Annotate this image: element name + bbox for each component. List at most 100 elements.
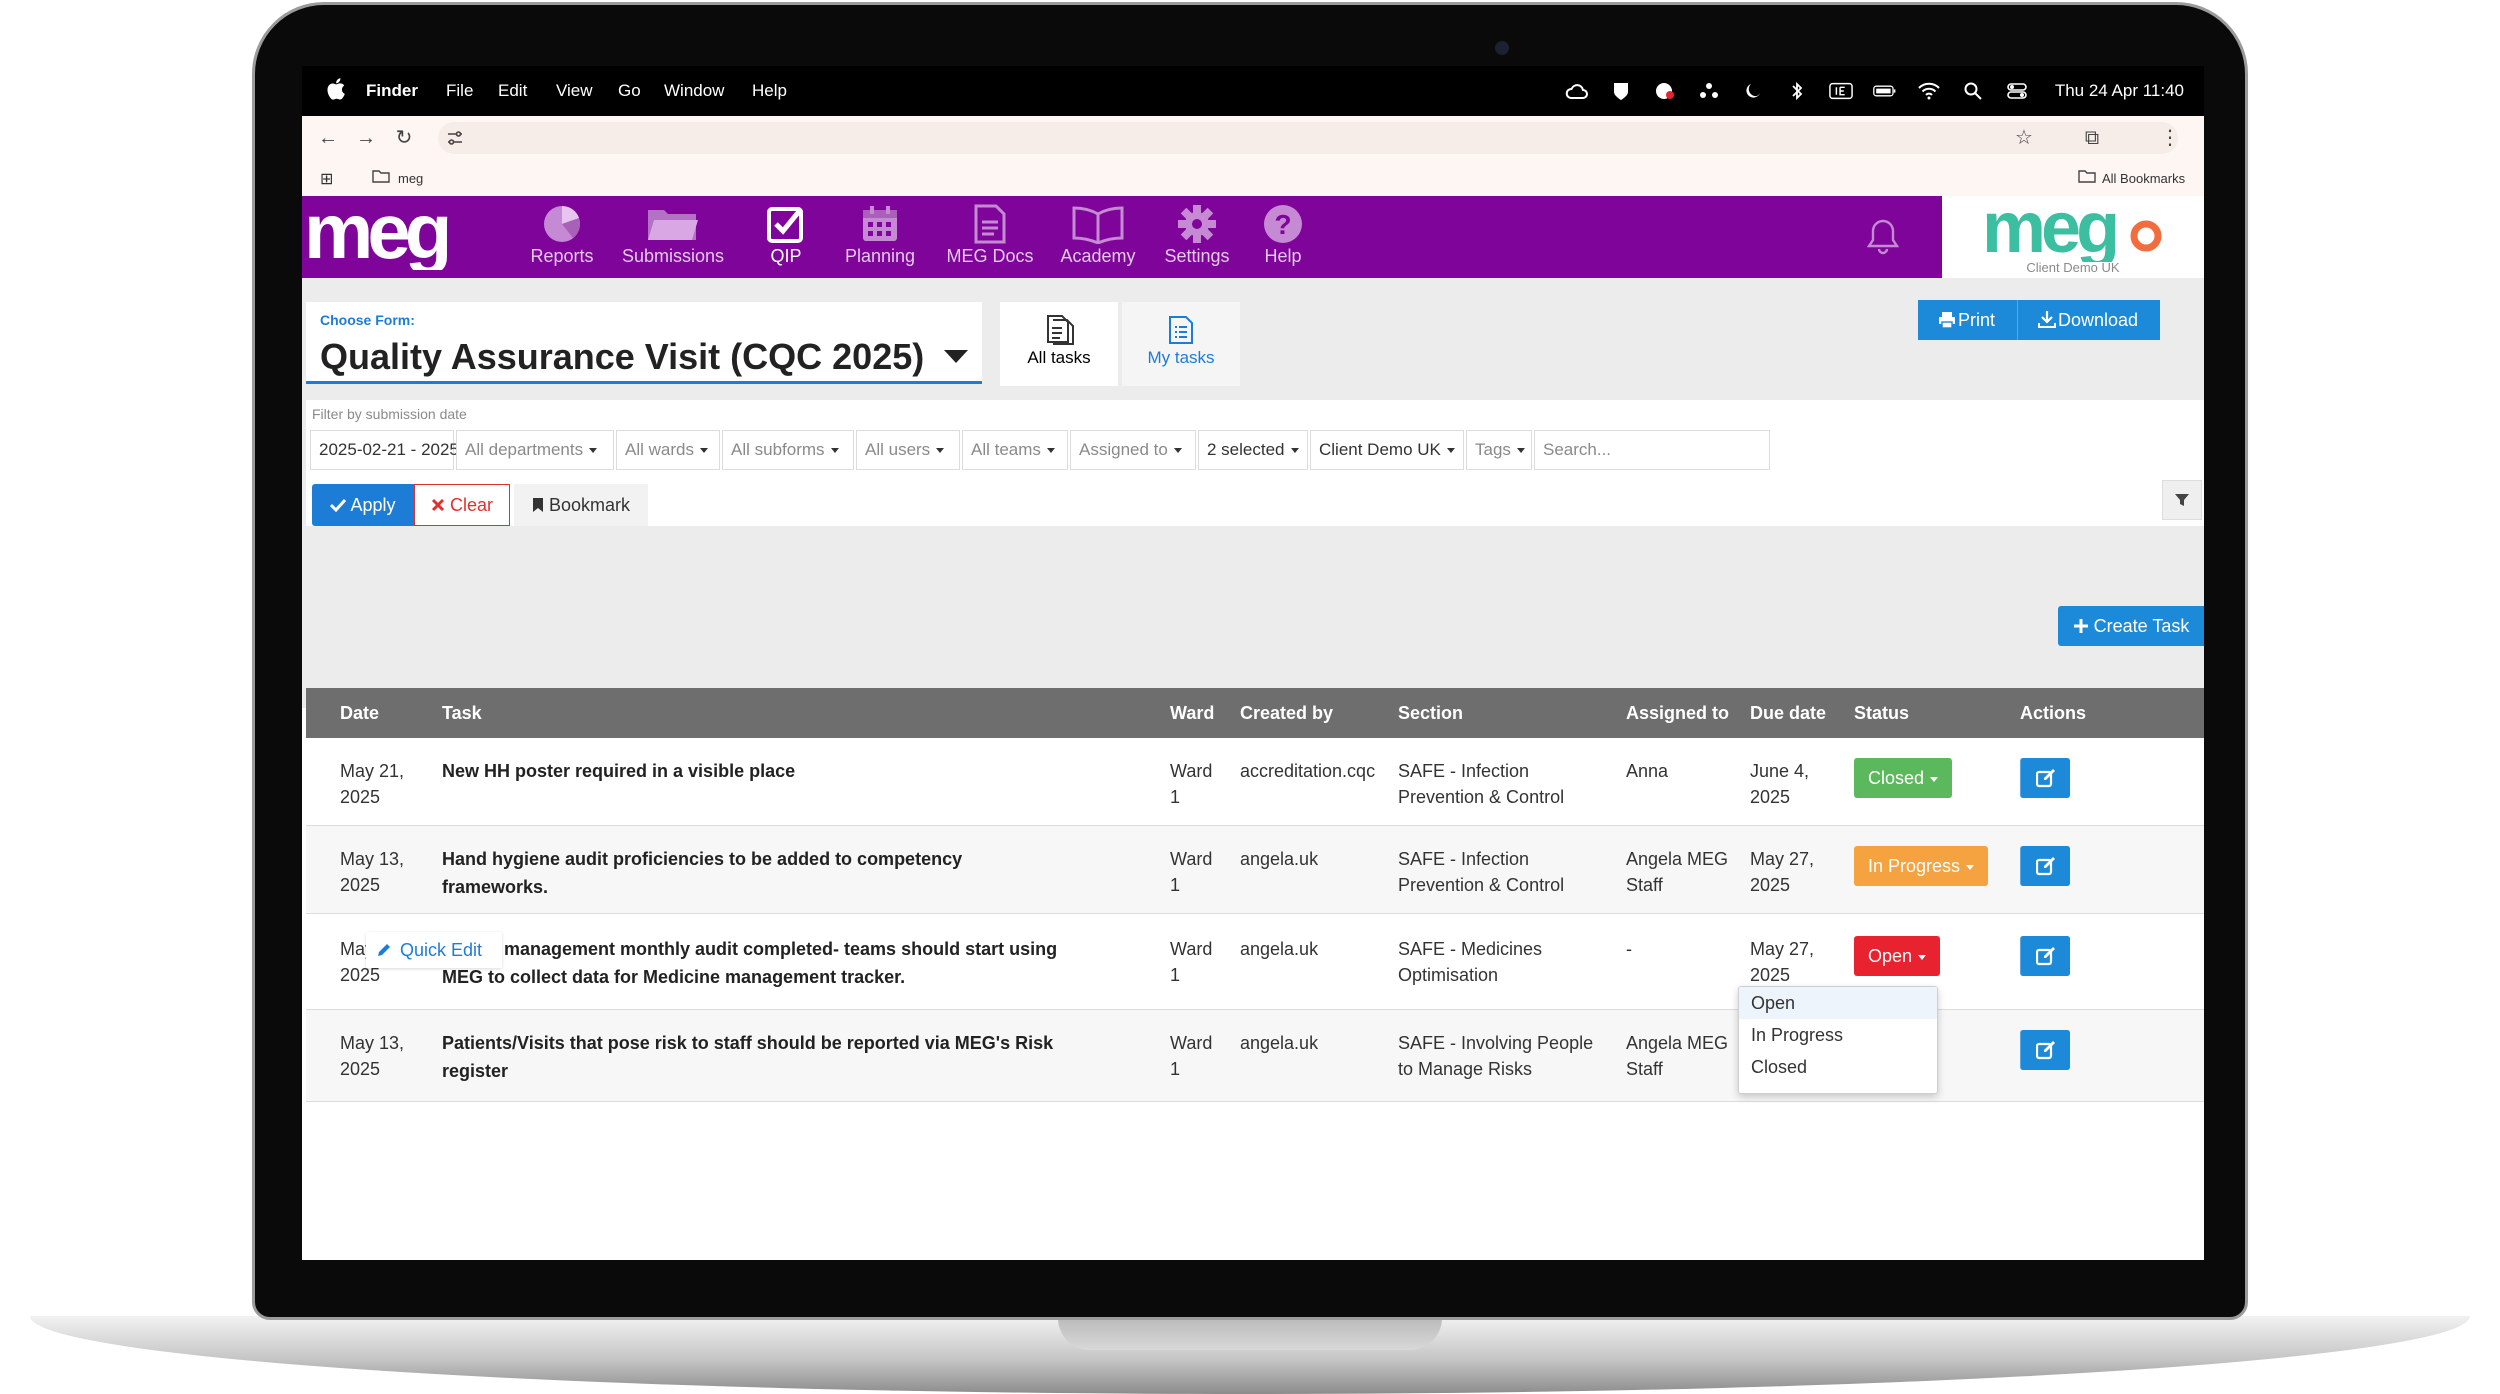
quick-edit-button[interactable]: Quick Edit	[366, 932, 502, 968]
nav-meg-docs[interactable]: MEG Docs	[938, 202, 1042, 278]
caret-down-icon	[936, 448, 945, 454]
menu-clock[interactable]: Thu 24 Apr 11:40	[2055, 81, 2184, 101]
menu-edit[interactable]: Edit	[498, 81, 527, 101]
filter-tags[interactable]: Tags	[1466, 430, 1532, 470]
print-button[interactable]: Print	[1918, 300, 2018, 340]
menu-go[interactable]: Go	[618, 81, 641, 101]
spotlight-search-icon[interactable]	[1961, 81, 1985, 101]
col-due-date[interactable]: Due date	[1750, 703, 1826, 724]
address-bar[interactable]	[438, 122, 2178, 154]
client-logo[interactable]: meg Client Demo UK	[1942, 188, 2204, 278]
row-task[interactable]: Patients/Visits that pose risk to staff …	[442, 1030, 1053, 1056]
col-created-by[interactable]: Created by	[1240, 703, 1333, 724]
site-settings-icon[interactable]	[446, 130, 464, 146]
nav-planning[interactable]: Planning	[832, 202, 928, 278]
status-dropdown[interactable]: Closed	[1854, 758, 1953, 798]
create-task-button[interactable]: Create Task	[2058, 606, 2204, 646]
shield-s-icon[interactable]	[1609, 81, 1633, 101]
back-arrow-icon[interactable]: ←	[316, 126, 340, 150]
apple-icon[interactable]	[326, 78, 346, 100]
meg-logo[interactable]: meg	[302, 200, 498, 270]
filter-departments[interactable]: All departments	[456, 430, 614, 470]
menu-view[interactable]: View	[556, 81, 593, 101]
calendar-icon	[852, 202, 908, 246]
row-task-2[interactable]: frameworks.	[442, 874, 548, 900]
edit-button[interactable]	[2020, 758, 2070, 798]
col-section[interactable]: Section	[1398, 703, 1463, 724]
bell-icon[interactable]	[1866, 218, 1900, 256]
menu-help[interactable]: Help	[752, 81, 787, 101]
nav-help[interactable]: ? Help	[1248, 202, 1318, 278]
menu-file[interactable]: File	[446, 81, 473, 101]
status-option-closed[interactable]: Closed	[1739, 1051, 1937, 1083]
filter-users[interactable]: All users	[856, 430, 960, 470]
download-button[interactable]: Download	[2017, 300, 2161, 340]
col-assigned-to[interactable]: Assigned to	[1626, 703, 1729, 724]
extensions-icon[interactable]: ⧉	[2080, 126, 2104, 150]
star-bookmark-icon[interactable]: ☆	[2012, 126, 2036, 150]
date-range-input[interactable]: 2025-02-21 - 2025-05-21	[310, 430, 508, 470]
filter-subforms[interactable]: All subforms	[722, 430, 854, 470]
filter-wards[interactable]: All wards	[616, 430, 720, 470]
apps-grid-icon[interactable]: ⊞	[320, 169, 333, 189]
table-row[interactable]: May 13, 2025 Hand hygiene audit proficie…	[306, 826, 2204, 914]
col-actions: Actions	[2020, 703, 2087, 723]
dots-cluster-icon[interactable]	[1697, 81, 1721, 101]
nav-academy[interactable]: Academy	[1050, 202, 1146, 278]
bookmark-button[interactable]: Bookmark	[514, 484, 648, 526]
row-task-2[interactable]: MEG to collect data for Medicine managem…	[442, 964, 905, 990]
col-ward[interactable]: Ward	[1170, 703, 1214, 724]
form-select[interactable]: Choose Form: Quality Assurance Visit (CQ…	[306, 302, 982, 384]
search-input[interactable]: Search...	[1534, 430, 1770, 470]
edit-icon	[2035, 769, 2055, 788]
clear-button[interactable]: Clear	[414, 484, 510, 526]
forward-arrow-icon[interactable]: →	[354, 126, 378, 150]
filter-teams[interactable]: All teams	[962, 430, 1068, 470]
row-task[interactable]: New HH poster required in a visible plac…	[442, 758, 795, 784]
edit-button[interactable]	[2020, 936, 2070, 976]
tab-my-tasks[interactable]: My tasks	[1122, 302, 1240, 386]
caret-down-icon	[1930, 776, 1939, 782]
menu-finder[interactable]: Finder	[366, 81, 418, 101]
nav-submissions-label: Submissions	[621, 246, 725, 266]
filter-client[interactable]: Client Demo UK	[1310, 430, 1464, 470]
edit-button[interactable]	[2020, 846, 2070, 886]
all-bookmarks[interactable]: All Bookmarks	[2102, 171, 2185, 186]
table-row[interactable]: May 21, 2025 New HH poster required in a…	[306, 738, 2204, 826]
col-task[interactable]: Task	[442, 703, 482, 724]
wifi-icon[interactable]	[1917, 81, 1941, 101]
filter-selected[interactable]: 2 selected	[1198, 430, 1308, 470]
nav-qip[interactable]: QIP	[746, 202, 826, 278]
download-icon	[2038, 311, 2057, 328]
tab-all-tasks[interactable]: All tasks	[1000, 302, 1118, 386]
folder-icon	[372, 169, 390, 186]
row-task[interactable]: Hand hygiene audit proficiencies to be a…	[442, 846, 962, 872]
apply-button[interactable]: Apply	[312, 484, 414, 526]
bluetooth-icon[interactable]	[1785, 81, 1809, 101]
nav-reports[interactable]: Reports	[512, 202, 612, 278]
moon-icon[interactable]	[1741, 81, 1765, 101]
cloud-sync-icon[interactable]	[1565, 81, 1589, 101]
col-status[interactable]: Status	[1854, 703, 1909, 724]
bookmark-meg[interactable]: meg	[398, 171, 423, 186]
battery-icon[interactable]	[1872, 81, 1897, 101]
more-vertical-icon[interactable]: ⋮	[2158, 126, 2182, 150]
nav-settings[interactable]: Settings	[1154, 202, 1240, 278]
app-badge-icon[interactable]	[1653, 81, 1677, 101]
row-task-2[interactable]: register	[442, 1058, 508, 1084]
status-option-in-progress[interactable]: In Progress	[1739, 1019, 1937, 1051]
filter-toggle-button[interactable]	[2162, 480, 2202, 520]
control-center-icon[interactable]	[2005, 81, 2029, 101]
nav-submissions[interactable]: Submissions	[614, 202, 732, 278]
reload-icon[interactable]: ↻	[392, 126, 416, 150]
status-option-open[interactable]: Open	[1739, 987, 1937, 1019]
filter-assigned-to[interactable]: Assigned to	[1070, 430, 1196, 470]
status-dropdown[interactable]: In Progress	[1854, 846, 1989, 886]
menu-window[interactable]: Window	[664, 81, 724, 101]
row-task[interactable]: management monthly audit completed- team…	[504, 936, 1057, 962]
row-assigned: Anna	[1626, 761, 1669, 781]
keyboard-input-icon[interactable]	[1829, 81, 1853, 101]
col-date[interactable]: Date	[340, 703, 379, 724]
edit-button[interactable]	[2020, 1030, 2070, 1070]
status-dropdown[interactable]: Open	[1854, 936, 1941, 976]
